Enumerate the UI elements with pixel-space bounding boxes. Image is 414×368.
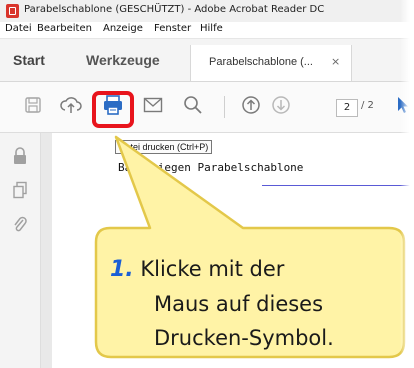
search-icon[interactable] xyxy=(180,92,206,118)
tab-bar: Start Werkzeuge Parabelschablone (... × xyxy=(0,39,414,82)
window-title: Parabelschablone (GESCHÜTZT) - Adobe Acr… xyxy=(24,4,325,15)
toolbar: 2 / 2 xyxy=(0,82,414,133)
lock-icon[interactable] xyxy=(12,147,28,164)
acrobat-window: Parabelschablone (GESCHÜTZT) - Adobe Acr… xyxy=(0,0,414,368)
close-icon[interactable]: × xyxy=(331,55,340,68)
pages-icon[interactable] xyxy=(12,181,28,199)
upload-icon[interactable] xyxy=(58,92,84,118)
print-highlight xyxy=(92,91,134,128)
attachment-icon[interactable] xyxy=(12,215,28,232)
title-bar: Parabelschablone (GESCHÜTZT) - Adobe Acr… xyxy=(0,0,414,23)
document-mark xyxy=(96,246,98,248)
tab-document-label: Parabelschablone (... xyxy=(209,56,313,68)
menu-hilfe[interactable]: Hilfe xyxy=(200,23,223,34)
tab-start[interactable]: Start xyxy=(13,52,45,68)
toolbar-divider xyxy=(224,96,225,118)
menu-anzeige[interactable]: Anzeige xyxy=(103,23,143,34)
acrobat-app-icon xyxy=(6,4,19,18)
document-rule xyxy=(262,185,414,186)
menu-bar: Datei Bearbeiten Anzeige Fenster Hilfe xyxy=(0,22,414,39)
print-tooltip: Datei drucken (Ctrl+P) xyxy=(115,140,213,154)
save-icon[interactable] xyxy=(20,92,46,118)
callout-line-3: Drucken-Symbol. xyxy=(154,326,334,350)
callout-line-2: Maus auf dieses xyxy=(154,292,324,316)
tab-document[interactable]: Parabelschablone (... × xyxy=(190,45,352,81)
menu-fenster[interactable]: Fenster xyxy=(154,23,191,34)
select-cursor-icon[interactable] xyxy=(390,92,414,118)
callout-text: 1. Klicke mit der Maus auf dieses Drucke… xyxy=(110,252,400,355)
page-down-icon[interactable] xyxy=(268,92,294,118)
step-number: 1. xyxy=(110,257,134,282)
page-up-icon[interactable] xyxy=(238,92,264,118)
page-total: / 2 xyxy=(361,100,374,111)
document-heading: Bandfliegen Parabelschablone xyxy=(118,161,304,174)
tab-werkzeuge[interactable]: Werkzeuge xyxy=(86,52,160,68)
page-number-input[interactable]: 2 xyxy=(336,99,358,117)
menu-datei[interactable]: Datei xyxy=(5,23,32,34)
callout-line-1-text: Klicke mit der xyxy=(140,257,285,281)
left-sidebar xyxy=(0,133,41,368)
mail-icon[interactable] xyxy=(140,92,166,118)
menu-bearbeiten[interactable]: Bearbeiten xyxy=(37,23,92,34)
callout-line-1: 1. Klicke mit der xyxy=(110,252,400,287)
